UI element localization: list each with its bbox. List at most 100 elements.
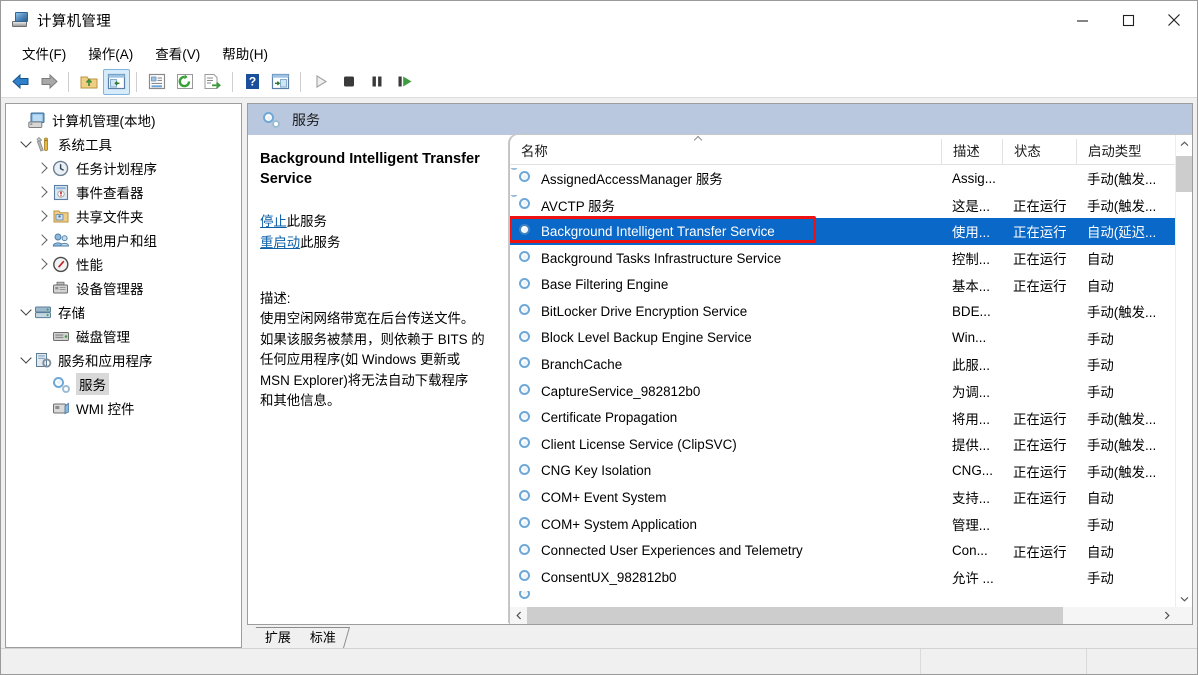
table-row[interactable]: BranchCache 此服... 手动: [510, 351, 1192, 378]
tree-twisty-closed-icon[interactable]: [36, 260, 52, 268]
services-apps-icon: [34, 352, 52, 369]
table-row[interactable]: CNG Key Isolation CNG... 正在运行 手动(触发...: [510, 458, 1192, 485]
service-name: BitLocker Drive Encryption Service: [541, 304, 747, 319]
tree-twisty-open-icon[interactable]: [18, 308, 34, 316]
properties-button[interactable]: [143, 69, 170, 95]
toolbar-separator: [136, 72, 137, 92]
tree-item-computer-management[interactable]: 计算机管理(本地): [6, 108, 241, 132]
help-button[interactable]: ?: [239, 69, 266, 95]
toolbar-separator: [300, 72, 301, 92]
up-one-level-button[interactable]: [75, 69, 102, 95]
service-startup-type: 手动(触发...: [1076, 461, 1186, 481]
start-service-button[interactable]: [307, 69, 334, 95]
stop-service-button[interactable]: [335, 69, 362, 95]
tree-item-system-tools[interactable]: 系统工具: [6, 132, 241, 156]
tree-twisty-closed-icon[interactable]: [36, 212, 52, 220]
table-row[interactable]: AssignedAccessManager 服务 Assig... 手动(触发.…: [510, 165, 1192, 192]
table-row-selected[interactable]: Background Intelligent Transfer Service …: [510, 218, 1192, 245]
tree-item-label: 性能: [76, 254, 103, 274]
table-row[interactable]: AVCTP 服务 这是... 正在运行 手动(触发...: [510, 192, 1192, 219]
table-row[interactable]: Client License Service (ClipSVC) 提供... 正…: [510, 431, 1192, 458]
service-gear-icon: [518, 463, 535, 479]
tree-item-shared-folders[interactable]: 共享文件夹: [6, 204, 241, 228]
table-row[interactable]: Background Tasks Infrastructure Service …: [510, 245, 1192, 272]
table-row-clipped[interactable]: [510, 591, 1192, 599]
tree-item-device-manager[interactable]: 设备管理器: [6, 276, 241, 300]
scroll-down-button[interactable]: [1176, 590, 1192, 607]
restart-service-action[interactable]: 重启动此服务: [260, 232, 495, 253]
computer-management-window: 计算机管理 文件(F) 操作(A) 查看(V) 帮助(H): [0, 0, 1198, 675]
scroll-right-button[interactable]: [1158, 607, 1175, 624]
tree-item-disk-management[interactable]: 磁盘管理: [6, 324, 241, 348]
table-row[interactable]: Connected User Experiences and Telemetry…: [510, 537, 1192, 564]
vertical-scrollbar[interactable]: [1175, 135, 1192, 607]
menu-bar: 文件(F) 操作(A) 查看(V) 帮助(H): [1, 39, 1197, 66]
tree-twisty-closed-icon[interactable]: [36, 188, 52, 196]
tree-item-label: 本地用户和组: [76, 230, 157, 250]
console-tree[interactable]: 计算机管理(本地) 系统工具: [5, 103, 242, 648]
maximize-button[interactable]: [1105, 1, 1151, 39]
table-row[interactable]: Base Filtering Engine 基本... 正在运行 自动: [510, 271, 1192, 298]
menu-view[interactable]: 查看(V): [144, 40, 211, 66]
description-line: 如果该服务被禁用，则依赖于 BITS 的: [260, 330, 495, 351]
tree-item-storage[interactable]: 存储: [6, 300, 241, 324]
column-status[interactable]: 状态: [1002, 139, 1076, 165]
forward-button[interactable]: [35, 69, 62, 95]
tab-label: 扩展: [265, 628, 291, 648]
table-row[interactable]: COM+ System Application 管理... 手动: [510, 511, 1192, 538]
stop-service-action[interactable]: 停止此服务: [260, 211, 495, 232]
tree-item-label: 事件查看器: [76, 182, 144, 202]
scroll-up-button[interactable]: [1176, 135, 1192, 152]
minimize-button[interactable]: [1059, 1, 1105, 39]
table-row[interactable]: Certificate Propagation 将用... 正在运行 手动(触发…: [510, 404, 1192, 431]
service-startup-type: 手动: [1076, 514, 1186, 534]
tree-item-services[interactable]: 服务: [6, 372, 241, 396]
restart-service-button[interactable]: [391, 69, 418, 95]
service-name: Block Level Backup Engine Service: [541, 330, 752, 345]
tree-twisty-open-icon[interactable]: [18, 356, 34, 364]
tree-item-task-scheduler[interactable]: 任务计划程序: [6, 156, 241, 180]
tree-twisty-open-icon[interactable]: [18, 140, 34, 148]
back-button[interactable]: [7, 69, 34, 95]
table-row[interactable]: Block Level Backup Engine Service Win...…: [510, 325, 1192, 352]
service-startup-type: 手动(触发...: [1076, 301, 1186, 321]
column-description[interactable]: 描述: [941, 139, 1002, 165]
table-row[interactable]: COM+ Event System 支持... 正在运行 自动: [510, 484, 1192, 511]
column-name[interactable]: 名称: [510, 139, 941, 165]
horizontal-scrollbar[interactable]: [510, 607, 1175, 624]
tree-twisty-closed-icon[interactable]: [36, 236, 52, 244]
tree-item-local-users-groups[interactable]: 本地用户和组: [6, 228, 241, 252]
vertical-scroll-track[interactable]: [1176, 152, 1192, 590]
show-hide-tree-button[interactable]: [103, 69, 130, 95]
tree-twisty-closed-icon[interactable]: [36, 164, 52, 172]
horizontal-scroll-track[interactable]: [527, 607, 1158, 624]
table-row[interactable]: CaptureService_982812b0 为调... 手动: [510, 378, 1192, 405]
stop-link[interactable]: 停止: [260, 214, 287, 229]
tree-item-event-viewer[interactable]: 事件查看器: [6, 180, 241, 204]
horizontal-scroll-thumb[interactable]: [527, 607, 1063, 624]
scroll-left-button[interactable]: [510, 607, 527, 624]
tree-item-label: WMI 控件: [76, 398, 135, 418]
pause-service-button[interactable]: [363, 69, 390, 95]
menu-help[interactable]: 帮助(H): [211, 40, 279, 66]
service-status: 正在运行: [1002, 195, 1076, 215]
show-action-pane-button[interactable]: [267, 69, 294, 95]
table-row[interactable]: ConsentUX_982812b0 允许 ... 手动: [510, 564, 1192, 591]
menu-action[interactable]: 操作(A): [77, 40, 144, 66]
menu-file[interactable]: 文件(F): [11, 40, 77, 66]
tree-item-performance[interactable]: 性能: [6, 252, 241, 276]
column-startup-type[interactable]: 启动类型: [1076, 139, 1171, 165]
service-actions: 停止此服务 重启动此服务: [260, 211, 495, 253]
refresh-button[interactable]: [171, 69, 198, 95]
tree-item-services-and-applications[interactable]: 服务和应用程序: [6, 348, 241, 372]
service-description: 基本...: [941, 275, 1002, 295]
export-list-button[interactable]: [199, 69, 226, 95]
service-gear-icon: [518, 330, 535, 346]
table-row[interactable]: BitLocker Drive Encryption Service BDE..…: [510, 298, 1192, 325]
restart-link[interactable]: 重启动: [260, 235, 300, 250]
vertical-scroll-thumb[interactable]: [1176, 156, 1192, 192]
tab-standard[interactable]: 标准: [295, 627, 350, 648]
tree-item-wmi-control[interactable]: WMI 控件: [6, 396, 241, 420]
service-name: COM+ System Application: [541, 517, 697, 532]
close-button[interactable]: [1151, 1, 1197, 39]
